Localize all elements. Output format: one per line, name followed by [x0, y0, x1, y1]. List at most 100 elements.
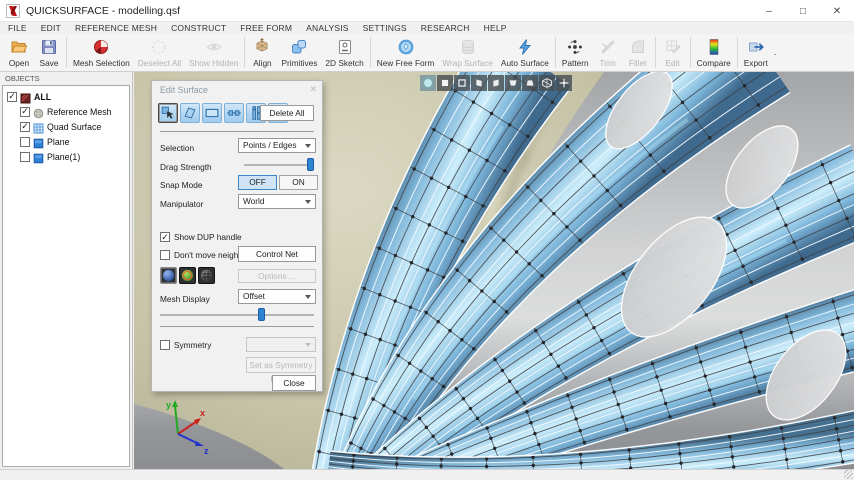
minimize-button[interactable]: –: [752, 0, 786, 22]
mesh-display-button[interactable]: [198, 267, 215, 284]
toolbar-button-mesh-selection[interactable]: Mesh Selection: [69, 34, 134, 71]
show-dup-handle-checkbox[interactable]: ✓: [160, 232, 170, 242]
set-symmetry-plane-button: Set as Symmetry Plane: [246, 357, 316, 373]
menu-edit[interactable]: EDIT: [41, 23, 61, 33]
viewport-3d[interactable]: y x z Edit Surface ✕ Delete All Selectio…: [134, 72, 854, 469]
rectangle-tool[interactable]: [202, 103, 222, 123]
toolbar-button-export[interactable]: Export: [740, 34, 772, 71]
close-button[interactable]: ✕: [820, 0, 854, 22]
menu-bar: FILE EDIT REFERENCE MESH CONSTRUCT FREE FORM…: [0, 22, 854, 34]
menu-free-form[interactable]: FREE FORM: [240, 23, 292, 33]
window-title: QUICKSURFACE - modelling.qsf: [26, 5, 180, 17]
reference-mesh-icon: [33, 106, 44, 117]
menu-file[interactable]: FILE: [8, 23, 27, 33]
insert-loop-horizontal-tool[interactable]: [224, 103, 244, 123]
compare-icon: [705, 38, 723, 56]
shaded-display-button[interactable]: [160, 267, 177, 284]
menu-research[interactable]: RESEARCH: [421, 23, 470, 33]
snap-off-button[interactable]: OFF: [238, 175, 277, 190]
symmetry-checkbox[interactable]: [160, 340, 170, 350]
bottom-view-button[interactable]: [522, 75, 538, 91]
snap-on-button[interactable]: ON: [279, 175, 318, 190]
iso-view-button[interactable]: [539, 75, 555, 91]
toolbar-button-new-free-form[interactable]: New Free Form: [373, 34, 439, 71]
symmetry-plane-dropdown: [246, 337, 316, 352]
tree-item-label: Quad Surface: [47, 122, 101, 132]
toolbar-button-show-hidden: Show Hidden: [185, 34, 242, 71]
panel-close-icon[interactable]: ✕: [309, 84, 317, 95]
application-window: QUICKSURFACE - modelling.qsf – □ ✕ FILE E…: [0, 0, 854, 480]
objects-panel: OBJECTS ✓ALL✓Reference Mesh✓Quad Surface…: [0, 72, 133, 469]
drag-strength-slider[interactable]: [244, 164, 314, 166]
app-logo-icon: [6, 4, 20, 18]
export-icon: [747, 38, 765, 56]
tree-item-reference-mesh[interactable]: ✓Reference Mesh: [3, 104, 129, 119]
fit-view-button[interactable]: [556, 75, 572, 91]
dont-move-neighbours-checkbox[interactable]: [160, 250, 170, 260]
menu-help[interactable]: HELP: [484, 23, 507, 33]
mesh-display-slider[interactable]: [160, 314, 314, 316]
maximize-button[interactable]: □: [786, 0, 820, 22]
selection-dropdown[interactable]: Points / Edges: [238, 138, 316, 153]
objects-panel-header: OBJECTS: [0, 72, 132, 85]
options-button: Options ...: [238, 269, 316, 283]
close-panel-button[interactable]: Close: [272, 375, 316, 391]
delete-all-button[interactable]: Delete All: [260, 105, 314, 121]
toolbar-button-label: Export: [744, 58, 768, 68]
show-dup-handle-label: Show DUP handle: [174, 230, 242, 245]
shaded-view-button[interactable]: [420, 75, 436, 91]
toolbar-button-label: New Free Form: [377, 58, 435, 68]
move-face-tool[interactable]: [180, 103, 200, 123]
edit-surface-title: Edit Surface: [160, 85, 208, 95]
visibility-checkbox[interactable]: ✓: [20, 107, 30, 117]
tree-item-plane[interactable]: Plane: [3, 134, 129, 149]
wrap-surface-icon: [459, 38, 477, 56]
toolbar-overflow-button[interactable]: .: [774, 47, 777, 58]
drag-strength-handle[interactable]: [307, 158, 314, 171]
toolbar-button-primitives[interactable]: Primitives: [277, 34, 321, 71]
toolbar-button-align[interactable]: Align: [247, 34, 277, 71]
menu-construct[interactable]: CONSTRUCT: [171, 23, 226, 33]
plane-icon: [33, 136, 44, 147]
toolbar-separator: [555, 37, 556, 68]
select-tool[interactable]: [158, 103, 178, 123]
toolbar-button-label: Save: [40, 58, 59, 68]
top-view-button[interactable]: [505, 75, 521, 91]
front-view-button[interactable]: [437, 75, 453, 91]
tree-item-label: Plane: [47, 137, 70, 147]
objects-tree: ✓ALL✓Reference Mesh✓Quad SurfacePlanePla…: [2, 85, 130, 467]
mesh-display-dropdown[interactable]: Offset: [238, 289, 316, 304]
edit-surface-panel: Edit Surface ✕ Delete All Selection Poin…: [151, 80, 323, 392]
tree-item-quad-surface[interactable]: ✓ Quad Surface: [3, 119, 129, 134]
pattern-icon: [566, 38, 584, 56]
toolbar-separator: [737, 37, 738, 68]
resize-grip[interactable]: [844, 470, 853, 479]
menu-reference-mesh[interactable]: REFERENCE MESH: [75, 23, 157, 33]
left-view-button[interactable]: [471, 75, 487, 91]
chevron-down-icon: [305, 144, 311, 148]
visibility-checkbox[interactable]: [20, 137, 30, 147]
menu-analysis[interactable]: ANALYSIS: [306, 23, 349, 33]
primitives-icon: [290, 38, 308, 56]
toolbar-button-2d-sketch[interactable]: 2D Sketch: [321, 34, 367, 71]
visibility-checkbox[interactable]: ✓: [20, 122, 30, 132]
right-view-button[interactable]: [488, 75, 504, 91]
mesh-display-handle[interactable]: [258, 308, 265, 321]
toolbar-button-auto-surface[interactable]: Auto Surface: [497, 34, 553, 71]
menu-settings[interactable]: SETTINGS: [363, 23, 407, 33]
control-net-button[interactable]: Control Net: [238, 246, 316, 262]
manipulator-dropdown[interactable]: World: [238, 194, 316, 209]
visibility-checkbox[interactable]: ✓: [7, 92, 17, 102]
toolbar-button-pattern[interactable]: Pattern: [558, 34, 593, 71]
deviation-display-button[interactable]: [179, 267, 196, 284]
toolbar-button-edit: Edit: [658, 34, 688, 71]
tree-item-all[interactable]: ✓ALL: [3, 89, 129, 104]
snap-mode-label: Snap Mode: [160, 180, 202, 190]
back-view-button[interactable]: [454, 75, 470, 91]
toolbar-button-compare[interactable]: Compare: [693, 34, 735, 71]
toolbar-button-save[interactable]: Save: [34, 34, 64, 71]
toolbar-button-open[interactable]: Open: [4, 34, 34, 71]
mesh-display-label: Mesh Display: [160, 294, 210, 304]
tree-item-plane-1[interactable]: Plane(1): [3, 149, 129, 164]
visibility-checkbox[interactable]: [20, 152, 30, 162]
